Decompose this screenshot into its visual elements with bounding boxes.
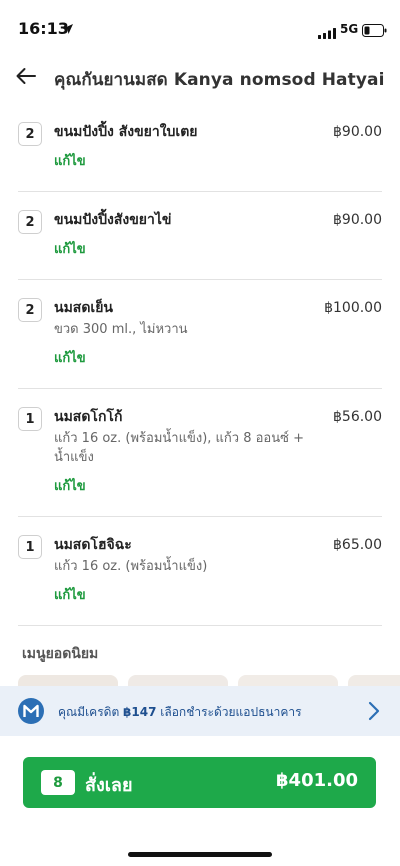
network-label: 5G [340, 22, 359, 36]
bank-logo-icon [18, 698, 44, 724]
cart-item: 1 นมสดโกโก้ แก้ว 16 oz. (พร้อมน้ำแข็ง), … [0, 389, 400, 517]
place-order-button[interactable]: 8 สั่งเลย ฿401.00 [23, 757, 376, 808]
item-name: นมสดโกโก้ [54, 409, 123, 425]
item-price: ฿100.00 [324, 300, 382, 316]
quantity-badge[interactable]: 2 [18, 210, 42, 234]
chevron-right-icon [368, 701, 380, 725]
edit-link[interactable]: แก้ไข [54, 238, 86, 259]
edit-link[interactable]: แก้ไข [54, 347, 86, 368]
cart-item: 2 นมสดเย็น ขวด 300 ml., ไม่หวาน แก้ไข ฿1… [0, 280, 400, 389]
cart-items: 2 ขนมปังปิ้ง สังขยาใบเตย แก้ไข ฿90.00 2 … [0, 104, 400, 626]
quantity-badge[interactable]: 1 [18, 535, 42, 559]
order-button-label: สั่งเลย [85, 775, 133, 796]
credit-prefix: คุณมีเครดิต [58, 705, 124, 719]
cart-item: 2 ขนมปังปิ้งสังขยาไข่ แก้ไข ฿90.00 [0, 192, 400, 280]
item-options: แก้ว 16 oz. (พร้อมน้ำแข็ง), แก้ว 8 ออนซ์… [54, 431, 304, 465]
back-button[interactable] [12, 62, 40, 90]
credit-amount: ฿147 [123, 705, 157, 719]
page-title: คุณกันยานมสด Kanya nomsod Hatyai [54, 70, 385, 90]
item-price: ฿56.00 [333, 409, 382, 425]
order-item-count: 8 [41, 770, 75, 795]
item-name: ขนมปังปิ้งสังขยาไข่ [54, 212, 172, 228]
item-name: ขนมปังปิ้ง สังขยาใบเตย [54, 124, 198, 140]
item-options: ขวด 300 ml., ไม่หวาน [54, 322, 188, 337]
item-name: นมสดเย็น [54, 300, 113, 316]
battery-icon [362, 22, 387, 41]
cart-item: 2 ขนมปังปิ้ง สังขยาใบเตย แก้ไข ฿90.00 [0, 104, 400, 192]
item-price: ฿90.00 [333, 212, 382, 228]
status-bar: 16:13 5G [0, 0, 400, 50]
item-price: ฿90.00 [333, 124, 382, 140]
home-indicator[interactable] [128, 852, 272, 857]
header: คุณกันยานมสด Kanya nomsod Hatyai [0, 56, 400, 98]
location-arrow-icon [62, 20, 74, 39]
quantity-badge[interactable]: 2 [18, 298, 42, 322]
credit-suffix: เลือกชำระด้วยแอปธนาคาร [156, 705, 302, 719]
item-options: แก้ว 16 oz. (พร้อมน้ำแข็ง) [54, 559, 208, 574]
item-price: ฿65.00 [333, 537, 382, 553]
order-total: ฿401.00 [276, 770, 358, 791]
credit-message: คุณมีเครดิต ฿147 เลือกชำระด้วยแอปธนาคาร [58, 703, 302, 722]
quantity-badge[interactable]: 1 [18, 407, 42, 431]
item-name: นมสดโฮจิฉะ [54, 537, 132, 553]
edit-link[interactable]: แก้ไข [54, 475, 86, 496]
popular-menu-heading: เมนูยอดนิยม [22, 646, 99, 662]
quantity-badge[interactable]: 2 [18, 122, 42, 146]
signal-bars-icon [318, 24, 336, 43]
back-arrow-icon [16, 68, 36, 84]
cart-item: 1 นมสดโฮจิฉะ แก้ว 16 oz. (พร้อมน้ำแข็ง) … [0, 517, 400, 626]
bank-credit-banner[interactable]: คุณมีเครดิต ฿147 เลือกชำระด้วยแอปธนาคาร [0, 686, 400, 736]
edit-link[interactable]: แก้ไข [54, 150, 86, 171]
edit-link[interactable]: แก้ไข [54, 584, 86, 605]
